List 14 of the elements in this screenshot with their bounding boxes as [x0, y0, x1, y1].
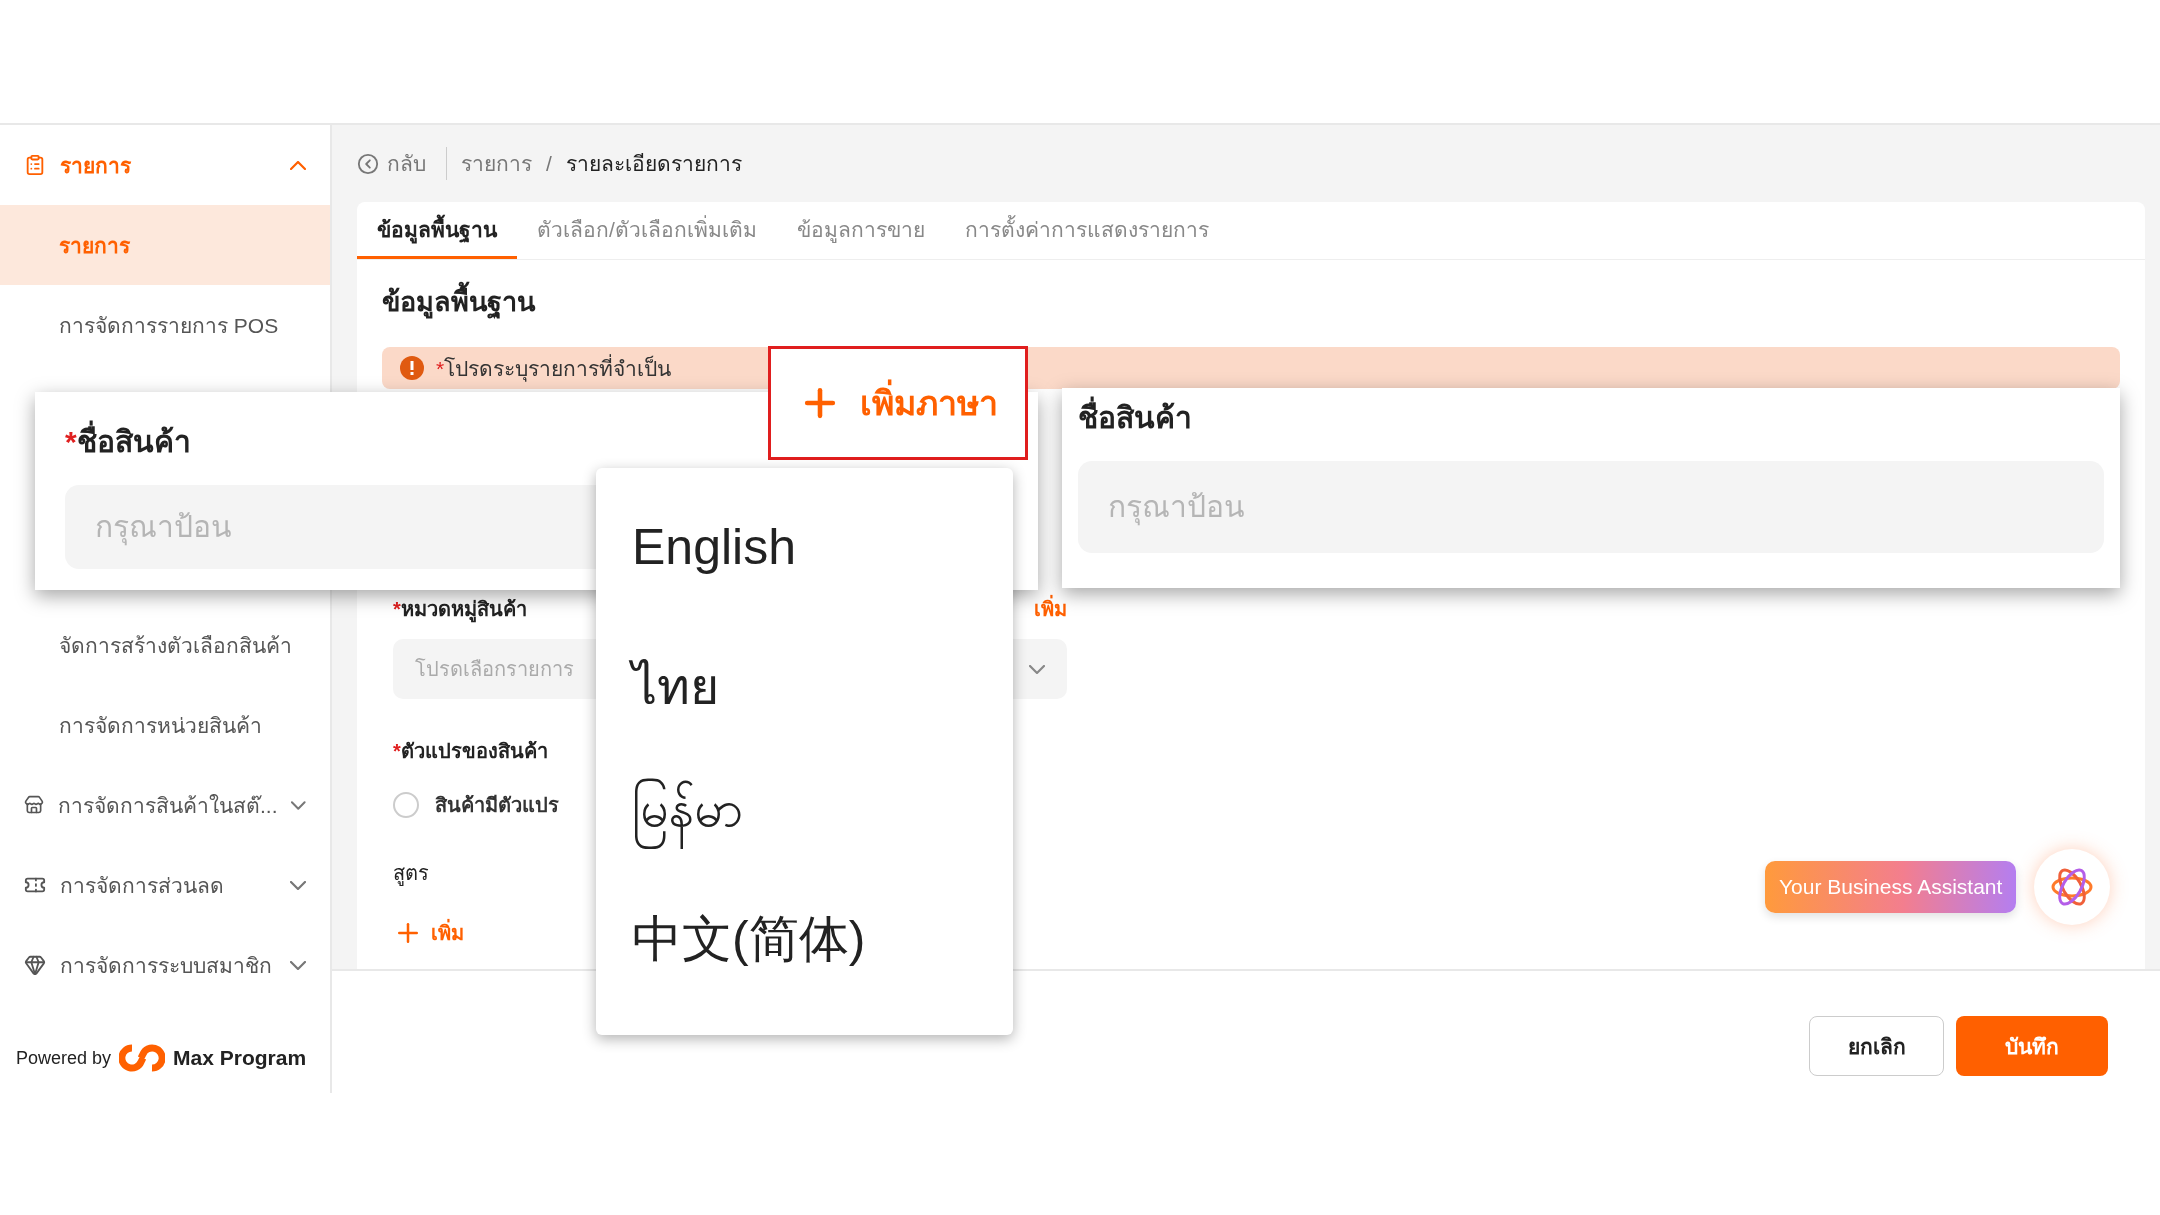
field-label: ชื่อสินค้า	[1078, 394, 2104, 441]
radio-label: สินค้ามีตัวแปร	[435, 793, 559, 818]
field-label: *หมวดหมู่สินค้า	[393, 593, 527, 625]
field-label: *ตัวแปรของสินค้า	[393, 739, 548, 764]
field-label: สูตร	[393, 861, 429, 888]
section-label: การจัดการส่วนลด	[60, 872, 225, 899]
section-title: ข้อมูลพื้นฐาน	[382, 280, 2120, 323]
breadcrumb-item: รายละเอียดรายการ	[565, 151, 742, 177]
section-label: การจัดการระบบสมาชิก	[60, 952, 273, 979]
section-label: การจัดการสินค้าในสต๊...	[57, 792, 278, 819]
breadcrumb-separator: /	[546, 151, 552, 176]
brand-name: Max Program	[173, 1046, 307, 1070]
alert-text: *โปรดระบุรายการที่จำเป็น	[436, 353, 672, 384]
powered-by-text: Powered by	[16, 1047, 112, 1069]
